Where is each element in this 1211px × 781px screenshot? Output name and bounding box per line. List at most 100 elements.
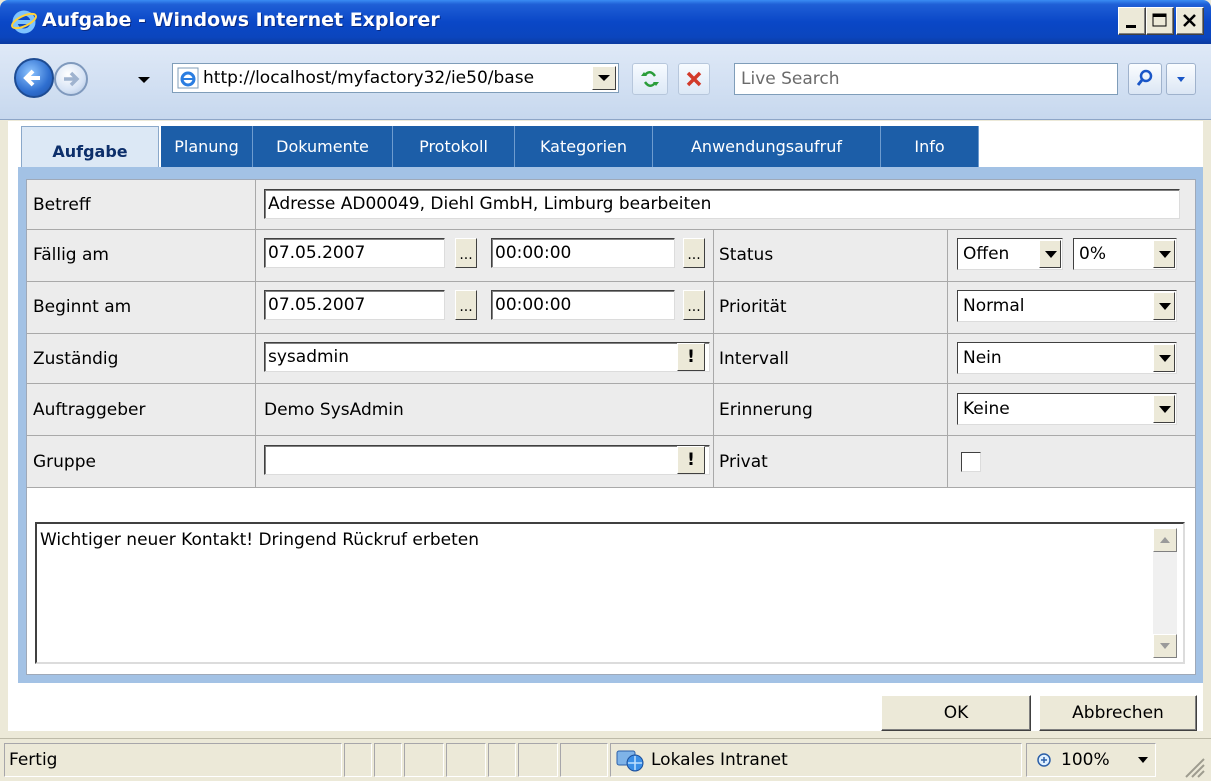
forward-arrow-icon — [64, 71, 80, 87]
divider — [255, 384, 256, 436]
chevron-down-icon — [1153, 344, 1175, 372]
chevron-down-icon — [1039, 240, 1061, 268]
search-input[interactable]: Live Search — [734, 63, 1118, 95]
row-zustaendig: Zuständig sysadmin ! Intervall Nein — [27, 334, 1195, 384]
refresh-button[interactable] — [632, 63, 668, 95]
betreff-label: Betreff — [33, 195, 91, 215]
maximize-button[interactable] — [1146, 7, 1174, 35]
chevron-down-icon — [1153, 395, 1175, 423]
notes-scrollbar[interactable] — [1153, 528, 1177, 658]
intranet-icon — [616, 750, 644, 772]
faellig-label: Fällig am — [33, 245, 109, 265]
page-icon — [177, 67, 199, 89]
back-button[interactable] — [14, 58, 54, 98]
beginnt-date-input[interactable]: 07.05.2007 — [264, 290, 445, 320]
row-faellig: Fällig am 07.05.2007 ... 00:00:00 ... St… — [27, 230, 1195, 282]
status-panel — [404, 743, 444, 777]
privat-label: Privat — [719, 452, 768, 472]
erinnerung-select[interactable]: Keine — [957, 393, 1177, 425]
beginnt-date-picker-button[interactable]: ... — [455, 290, 477, 320]
gruppe-lookup-button[interactable]: ! — [677, 446, 705, 474]
status-panel — [344, 743, 372, 777]
address-text: http://localhost/myfactory32/ie50/base — [203, 68, 535, 88]
beginnt-time-input[interactable]: 00:00:00 — [491, 290, 675, 320]
status-panel — [374, 743, 402, 777]
row-gruppe: Gruppe ! Privat — [27, 436, 1195, 488]
maximize-icon — [1152, 13, 1167, 27]
close-icon — [1183, 14, 1196, 27]
divider — [255, 282, 256, 334]
status-select[interactable]: Offen — [957, 238, 1063, 270]
forward-button[interactable] — [54, 62, 88, 96]
notes-textarea[interactable]: Wichtiger neuer Kontakt! Dringend Rückru… — [35, 522, 1185, 664]
faellig-time-input[interactable]: 00:00:00 — [491, 238, 675, 268]
prioritaet-select[interactable]: Normal — [957, 290, 1177, 322]
faellig-date-picker-button[interactable]: ... — [455, 238, 477, 268]
beginnt-label: Beginnt am — [33, 297, 132, 317]
zoom-level: 100% — [1061, 750, 1110, 770]
status-panel — [560, 743, 608, 777]
search-options-dropdown[interactable] — [1166, 63, 1196, 95]
divider — [947, 436, 948, 488]
stop-icon — [686, 71, 702, 87]
divider — [255, 180, 256, 230]
gruppe-input[interactable] — [264, 445, 710, 475]
tab-protokoll[interactable]: Protokoll — [393, 126, 515, 168]
intervall-select[interactable]: Nein — [957, 342, 1177, 374]
chevron-down-icon — [1153, 292, 1175, 320]
address-dropdown[interactable] — [592, 66, 616, 90]
status-panel — [518, 743, 558, 777]
progress-select[interactable]: 0% — [1073, 238, 1177, 270]
tab-aufgabe[interactable]: Aufgabe — [21, 126, 159, 170]
status-text: Fertig — [4, 743, 342, 777]
divider — [947, 334, 948, 384]
recent-pages-dropdown[interactable] — [132, 60, 156, 96]
tab-panel: Betreff Adresse AD00049, Diehl GmbH, Lim… — [18, 167, 1203, 683]
security-zone[interactable]: Lokales Intranet — [610, 743, 1022, 777]
scroll-down-icon[interactable] — [1153, 634, 1177, 658]
chevron-down-icon — [1153, 240, 1175, 268]
zoom-control[interactable]: 100% — [1026, 743, 1156, 777]
privat-checkbox[interactable] — [961, 452, 981, 472]
ok-button[interactable]: OK — [881, 695, 1031, 731]
close-button[interactable] — [1176, 7, 1204, 35]
tab-info[interactable]: Info — [881, 126, 979, 168]
prioritaet-value: Normal — [963, 296, 1025, 316]
erinnerung-label: Erinnerung — [719, 400, 813, 420]
divider — [255, 436, 256, 488]
faellig-time-picker-button[interactable]: ... — [683, 238, 705, 268]
divider — [255, 230, 256, 282]
divider — [713, 384, 714, 436]
tab-planung[interactable]: Planung — [161, 126, 253, 168]
search-button[interactable] — [1128, 63, 1162, 95]
minimize-button[interactable] — [1118, 7, 1146, 35]
scroll-up-icon[interactable] — [1153, 528, 1177, 552]
row-betreff: Betreff Adresse AD00049, Diehl GmbH, Lim… — [27, 180, 1195, 230]
resize-grip-icon[interactable] — [1180, 753, 1206, 779]
stop-button[interactable] — [678, 63, 710, 95]
divider — [947, 384, 948, 436]
intervall-value: Nein — [963, 348, 1002, 368]
tab-dokumente[interactable]: Dokumente — [253, 126, 393, 168]
address-bar[interactable]: http://localhost/myfactory32/ie50/base — [172, 63, 619, 93]
divider — [255, 334, 256, 384]
auftraggeber-value: Demo SysAdmin — [264, 400, 404, 420]
chevron-down-icon — [1138, 757, 1148, 763]
cancel-button[interactable]: Abbrechen — [1039, 695, 1197, 731]
status-panel — [488, 743, 516, 777]
chevron-down-icon — [598, 75, 610, 81]
tab-anwendungsaufruf[interactable]: Anwendungsaufruf — [653, 126, 881, 168]
zustaendig-input[interactable]: sysadmin — [264, 342, 710, 372]
zustaendig-lookup-button[interactable]: ! — [677, 343, 705, 371]
faellig-date-input[interactable]: 07.05.2007 — [264, 238, 445, 268]
betreff-input[interactable]: Adresse AD00049, Diehl GmbH, Limburg bea… — [264, 189, 1180, 219]
divider — [713, 282, 714, 334]
divider — [947, 282, 948, 334]
search-placeholder: Live Search — [741, 69, 840, 89]
beginnt-time-picker-button[interactable]: ... — [683, 290, 705, 320]
tab-kategorien[interactable]: Kategorien — [515, 126, 653, 168]
window-titlebar: Aufgabe - Windows Internet Explorer — [0, 0, 1211, 44]
page-content: Aufgabe Planung Dokumente Protokoll Kate… — [8, 121, 1203, 731]
zustaendig-label: Zuständig — [33, 349, 119, 369]
status-label: Status — [719, 245, 774, 265]
